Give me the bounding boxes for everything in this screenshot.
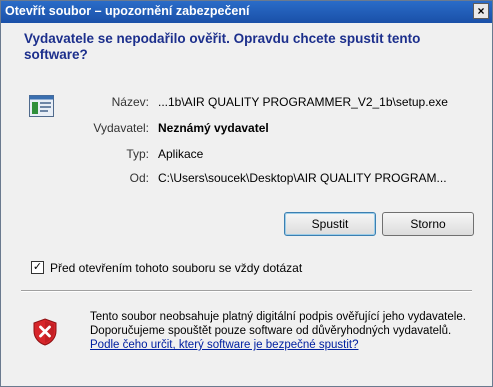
checkmark-icon: ✓ [32, 261, 43, 273]
close-icon: × [477, 4, 485, 18]
publisher-label: Vydavatel: [93, 121, 149, 135]
window-title: Otevřít soubor – upozornění zabezpečení [5, 4, 250, 18]
warning-message: Tento soubor neobsahuje platný digitální… [90, 310, 470, 352]
type-label: Typ: [126, 147, 149, 161]
close-button[interactable]: × [473, 3, 489, 19]
name-value: ...1b\AIR QUALITY PROGRAMMER_V2_1b\setup… [158, 95, 448, 109]
type-value: Aplikace [158, 147, 204, 161]
application-file-icon [29, 95, 54, 117]
security-warning-dialog: Otevřít soubor – upozornění zabezpečení … [0, 0, 493, 387]
title-bar[interactable]: Otevřít soubor – upozornění zabezpečení … [1, 1, 492, 23]
security-shield-warning-icon [33, 318, 57, 346]
safe-software-help-link[interactable]: Podle čeho určit, který software je bezp… [90, 339, 358, 351]
publisher-value: Neznámý vydavatel [158, 121, 269, 135]
from-label: Od: [129, 171, 149, 185]
warning-text: Tento soubor neobsahuje platný digitální… [90, 311, 466, 337]
cancel-button[interactable]: Storno [382, 212, 474, 236]
from-value: C:\Users\soucek\Desktop\AIR QUALITY PROG… [158, 171, 447, 185]
always-ask-checkbox[interactable]: ✓ [31, 261, 44, 274]
name-label: Název: [111, 95, 149, 109]
always-ask-label[interactable]: Před otevřením tohoto souboru se vždy do… [50, 261, 302, 275]
divider [21, 290, 472, 292]
run-button[interactable]: Spustit [284, 212, 376, 236]
question-text: Vydavatele se nepodařilo ověřit. Opravdu… [24, 31, 421, 62]
